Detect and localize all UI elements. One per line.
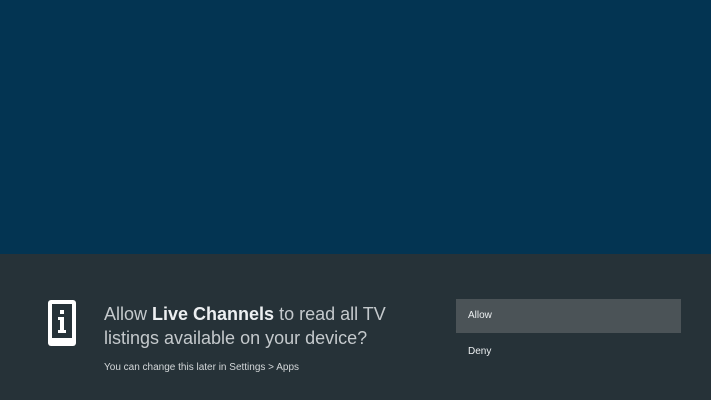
permission-message: Allow Live Channels to read all TV listi… bbox=[104, 302, 434, 350]
app-name: Live Channels bbox=[152, 304, 275, 324]
deny-button[interactable]: Deny bbox=[456, 335, 681, 369]
screen: Allow Live Channels to read all TV listi… bbox=[0, 0, 711, 400]
deny-label: Deny bbox=[468, 346, 492, 357]
settings-hint: You can change this later in Settings > … bbox=[104, 362, 300, 373]
allow-button[interactable]: Allow bbox=[456, 299, 681, 333]
allow-label: Allow bbox=[468, 310, 492, 321]
permission-dialog: Allow Live Channels to read all TV listi… bbox=[0, 254, 711, 400]
message-prefix: Allow bbox=[104, 304, 153, 324]
background-area bbox=[0, 0, 711, 254]
device-info-icon bbox=[48, 300, 76, 346]
